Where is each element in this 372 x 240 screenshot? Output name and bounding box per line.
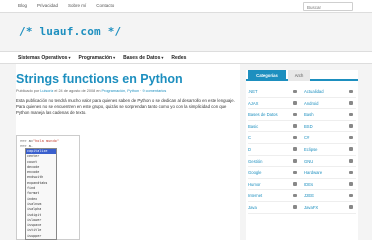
category-link[interactable]: IDEs [304, 182, 313, 187]
top-nav-about[interactable]: Sobre mí [68, 3, 86, 8]
rss-icon[interactable] [349, 135, 353, 140]
rss-icon[interactable] [349, 205, 353, 209]
main-nav: Sistemas Operativos▾ Programación▾ Bases… [0, 51, 372, 64]
rss-icon[interactable] [293, 182, 297, 186]
category-row: AJAX Android [248, 98, 356, 110]
rss-icon[interactable] [293, 193, 297, 198]
category-link[interactable]: C [248, 135, 251, 140]
chevron-down-icon: ▾ [68, 55, 71, 60]
category-link[interactable]: Eclipse [304, 147, 318, 152]
top-bar: Blog Privacidad Sobre mí Contacto Buscar [0, 0, 372, 13]
post-title[interactable]: Strings functions en Python [16, 72, 183, 86]
chevron-down-icon: ▾ [161, 55, 164, 60]
category-row: .NET Actualidad [248, 86, 356, 98]
nav-item-programming[interactable]: Programación▾ [78, 55, 115, 61]
rss-icon[interactable] [293, 135, 297, 140]
search-input[interactable]: Buscar [303, 2, 353, 11]
rss-icon[interactable] [349, 170, 353, 175]
rss-icon[interactable] [349, 101, 353, 105]
category-link[interactable]: Humor [248, 182, 261, 187]
top-nav-blog[interactable]: Blog [18, 3, 27, 8]
rss-icon[interactable] [293, 101, 297, 105]
autocomplete-list: capitalize center count decode encode en… [25, 148, 57, 240]
sidebar-tabs: Categorías Arch [246, 70, 358, 81]
category-row: Internet J2EE [248, 190, 356, 202]
rss-icon[interactable] [349, 89, 353, 93]
category-row: Basic BSD [248, 121, 356, 133]
category-link[interactable]: Bash [304, 112, 314, 117]
category-link[interactable]: GNU [304, 159, 313, 164]
sidebar: Categorías Arch .NET Actualidad AJAX And… [246, 70, 358, 240]
tab-archive[interactable]: Arch [288, 70, 310, 81]
category-link[interactable]: AJAX [248, 101, 258, 106]
category-links[interactable]: Programación, Python [102, 89, 140, 93]
category-link[interactable]: J2EE [304, 193, 314, 198]
category-row: Google Hardware [248, 167, 356, 179]
code-screenshot: >>> a="hola mundo" >>> a. capitalize cen… [16, 135, 80, 240]
rss-icon[interactable] [349, 159, 353, 163]
rss-icon[interactable] [293, 205, 297, 209]
category-link[interactable]: C# [304, 135, 309, 140]
autocomplete-item: isupper [27, 233, 42, 238]
author-link[interactable]: Luisoriz [40, 89, 53, 93]
category-link[interactable]: Internet [248, 193, 262, 198]
rss-icon[interactable] [293, 89, 297, 93]
category-link[interactable]: D [248, 147, 251, 152]
rss-icon[interactable] [349, 112, 353, 117]
top-nav-contact[interactable]: Contacto [96, 3, 114, 8]
search-placeholder: Buscar [307, 4, 322, 10]
category-link[interactable]: Android [304, 101, 318, 106]
rss-icon[interactable] [293, 147, 297, 151]
category-list: .NET Actualidad AJAX Android Bases de Da… [248, 86, 356, 214]
rss-icon[interactable] [349, 193, 353, 198]
rss-icon[interactable] [293, 124, 297, 128]
category-link[interactable]: JavaFX [304, 205, 318, 210]
top-nav-privacy[interactable]: Privacidad [37, 3, 58, 8]
nav-item-os[interactable]: Sistemas Operativos▾ [18, 55, 70, 61]
category-row: Java JavaFX [248, 202, 356, 214]
category-row: Gestión GNU [248, 156, 356, 168]
rss-icon[interactable] [349, 147, 353, 151]
post-paragraph: Esta publicación no tendrá mucho valor p… [16, 98, 235, 115]
tab-categories[interactable]: Categorías [248, 70, 286, 81]
category-row: C C# [248, 132, 356, 144]
rss-icon[interactable] [293, 170, 297, 175]
category-link[interactable]: Hardware [304, 170, 322, 175]
category-row: Humor IDEs [248, 179, 356, 191]
category-row: Bases de Datos Bash [248, 109, 356, 121]
post-content: Strings functions en Python Publicado po… [16, 64, 240, 240]
nav-item-databases[interactable]: Bases de Datos▾ [123, 55, 163, 61]
rss-icon[interactable] [349, 124, 353, 128]
category-link[interactable]: BSD [304, 124, 313, 129]
nav-item-networks[interactable]: Redes [171, 55, 186, 61]
top-nav: Blog Privacidad Sobre mí Contacto [18, 3, 114, 8]
category-row: D Eclipse [248, 144, 356, 156]
category-link[interactable]: .NET [248, 89, 258, 94]
category-link[interactable]: Basic [248, 124, 258, 129]
category-link[interactable]: Gestión [248, 159, 262, 164]
code-line: >>> a="hola mundo" [20, 139, 59, 143]
category-link[interactable]: Java [248, 205, 257, 210]
comments-link[interactable]: 9 comentarios [142, 89, 166, 93]
rss-icon[interactable] [293, 159, 297, 163]
post-meta: Publicado por Luisoriz el 24 de agosto d… [16, 89, 167, 93]
category-link[interactable]: Actualidad [304, 89, 324, 94]
rss-icon[interactable] [349, 182, 353, 186]
site-logo[interactable]: /* luauf.com */ [19, 25, 121, 38]
category-link[interactable]: Google [248, 170, 262, 175]
chevron-down-icon: ▾ [113, 55, 116, 60]
rss-icon[interactable] [293, 112, 297, 117]
category-link[interactable]: Bases de Datos [248, 112, 278, 117]
